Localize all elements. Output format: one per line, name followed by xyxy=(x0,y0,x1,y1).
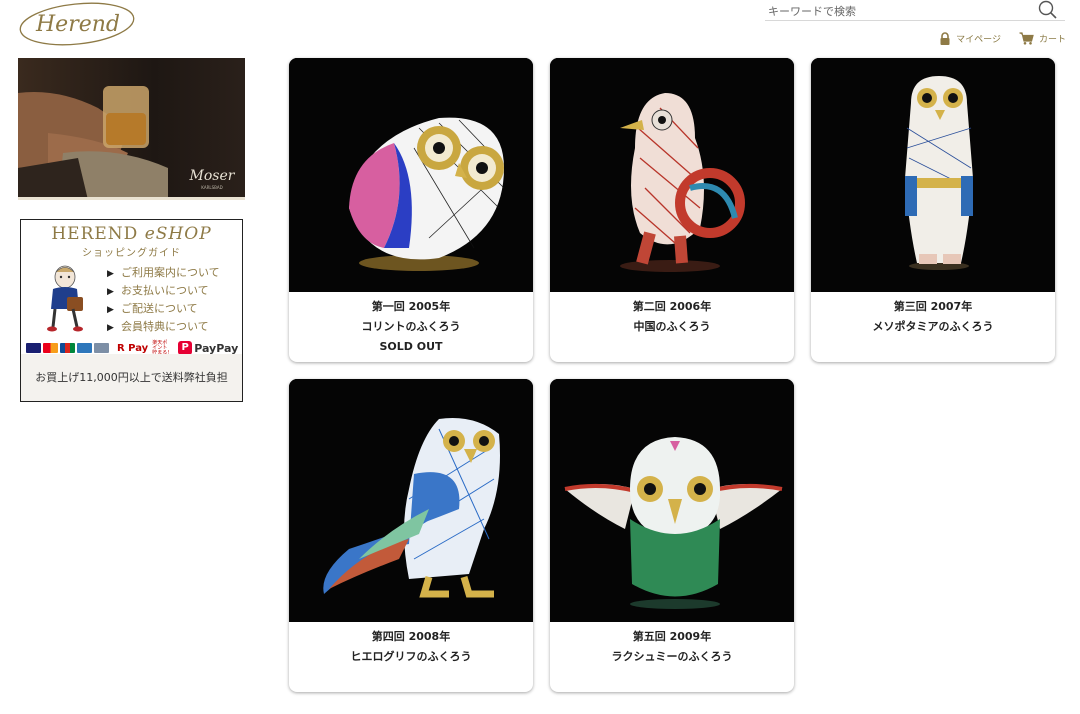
product-edition: 第二回 2006年 xyxy=(632,300,712,313)
guide-item-usage[interactable]: ▶ ご利用案内について xyxy=(107,264,220,282)
cart-label: カート xyxy=(1038,35,1066,45)
mastercard-icon xyxy=(43,343,58,353)
search-bar xyxy=(765,0,1065,21)
product-caption: 第五回 2009年 ラクシュミーのふくろう xyxy=(550,622,794,667)
paypay-icon: P xyxy=(178,341,193,355)
cart-link[interactable]: カート xyxy=(1019,32,1066,45)
product-card-mesopotamia-owl[interactable]: 第三回 2007年 メソポタミアのふくろう xyxy=(811,58,1055,362)
logo-text: Herend xyxy=(35,12,120,37)
moser-brand-text: Moser xyxy=(189,168,236,184)
cart-icon xyxy=(1019,32,1034,45)
visa-card-icon xyxy=(26,343,41,353)
product-name: メソポタミアのふくろう xyxy=(872,320,994,333)
product-edition: 第一回 2005年 xyxy=(371,300,451,313)
guide-item-delivery[interactable]: ▶ ご配送について xyxy=(107,300,220,318)
product-card-lakshmi-owl[interactable]: 第五回 2009年 ラクシュミーのふくろう xyxy=(550,379,794,692)
product-name: 中国のふくろう xyxy=(633,320,711,333)
product-caption: 第一回 2005年 コリントのふくろう SOLD OUT xyxy=(289,292,533,357)
search-input[interactable] xyxy=(765,2,1028,21)
product-image[interactable] xyxy=(289,379,533,622)
mypage-label: マイページ xyxy=(956,35,1001,45)
product-name: ラクシュミーのふくろう xyxy=(611,650,733,663)
product-image[interactable] xyxy=(289,58,533,292)
lock-icon xyxy=(939,32,951,45)
product-name: コリントのふくろう xyxy=(361,320,461,333)
product-name: ヒエログリフのふくろう xyxy=(350,650,472,663)
triangle-right-icon: ▶ xyxy=(107,323,114,333)
product-caption: 第三回 2007年 メソポタミアのふくろう xyxy=(811,292,1055,337)
sold-out-label: SOLD OUT xyxy=(379,340,443,353)
product-card-hieroglyph-owl[interactable]: 第四回 2008年 ヒエログリフのふくろう xyxy=(289,379,533,692)
mypage-link[interactable]: マイページ xyxy=(939,32,1001,45)
guide-item-member[interactable]: ▶ 会員特典について xyxy=(107,318,220,336)
product-card-chinese-owl[interactable]: 第二回 2006年 中国のふくろう xyxy=(550,58,794,362)
triangle-right-icon: ▶ xyxy=(107,305,114,315)
guide-subtitle: ショッピングガイド xyxy=(82,248,181,259)
guide-title: HEREND eSHOP xyxy=(51,224,212,244)
paypay-logo: P PayPay xyxy=(178,341,238,355)
moser-banner[interactable]: Moser KARLSBAD xyxy=(18,58,245,200)
search-icon[interactable] xyxy=(1037,0,1059,20)
product-image[interactable] xyxy=(550,379,794,622)
triangle-right-icon: ▶ xyxy=(107,287,114,297)
diners-card-icon xyxy=(94,343,109,353)
product-edition: 第五回 2009年 xyxy=(632,630,712,643)
amex-card-icon xyxy=(77,343,92,353)
product-image[interactable] xyxy=(550,58,794,292)
product-image[interactable] xyxy=(811,58,1055,292)
shopping-guide-box[interactable]: HEREND eSHOP ショッピングガイド ▶ ご利用案内について ▶ お支払いに… xyxy=(20,219,243,402)
product-edition: 第三回 2007年 xyxy=(893,300,973,313)
guide-menu: ▶ ご利用案内について ▶ お支払いについて ▶ ご配送について ▶ 会員特典について xyxy=(107,264,220,336)
free-shipping-note: お買上げ11,000円以上で送料弊社負担 xyxy=(21,354,242,401)
moser-brand-sub: KARLSBAD xyxy=(201,185,222,190)
header-links: マイページ カート xyxy=(939,32,1066,45)
product-caption: 第四回 2008年 ヒエログリフのふくろう xyxy=(289,622,533,667)
triangle-right-icon: ▶ xyxy=(107,269,114,279)
guide-item-payment[interactable]: ▶ お支払いについて xyxy=(107,282,220,300)
mascot-illustration xyxy=(41,265,91,335)
rakuten-pay-logo: R Pay xyxy=(117,342,149,354)
herend-logo[interactable]: Herend xyxy=(18,0,136,48)
product-edition: 第四回 2008年 xyxy=(371,630,451,643)
jcb-card-icon xyxy=(60,343,75,353)
product-caption: 第二回 2006年 中国のふくろう xyxy=(550,292,794,337)
product-card-corinth-owl[interactable]: 第一回 2005年 コリントのふくろう SOLD OUT xyxy=(289,58,533,362)
